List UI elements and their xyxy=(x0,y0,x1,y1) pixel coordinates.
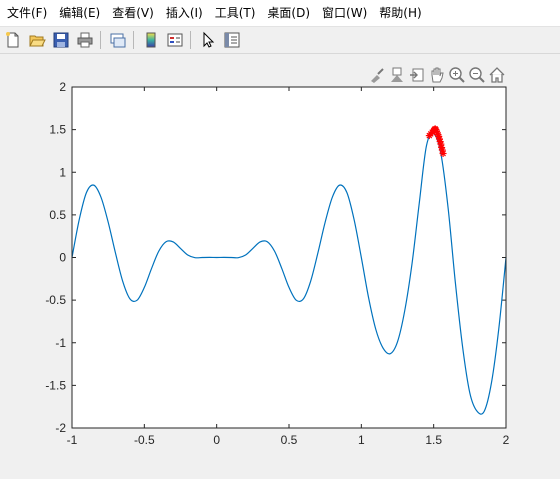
toolbar-separator xyxy=(190,31,191,49)
insert-legend-button[interactable] xyxy=(164,29,186,51)
open-file-icon xyxy=(29,35,46,47)
x-tick-label: 0.5 xyxy=(281,433,298,447)
print-icon xyxy=(77,32,93,48)
data-tips-icon xyxy=(391,67,403,82)
menu-desktop[interactable]: 桌面(D) xyxy=(261,0,316,26)
brush-data-icon xyxy=(371,68,384,83)
save-icon xyxy=(53,32,69,48)
save-button[interactable] xyxy=(50,29,72,51)
menu-insert[interactable]: 插入(I) xyxy=(160,0,209,26)
data-tips-button[interactable] xyxy=(387,65,407,85)
edit-plot-button[interactable] xyxy=(197,29,219,51)
axes-toolbar xyxy=(367,64,507,86)
new-figure-button[interactable] xyxy=(2,29,24,51)
link-plot-button[interactable] xyxy=(107,29,129,51)
figure-toolbar xyxy=(0,27,560,54)
menu-bar: 文件(F) 编辑(E) 查看(V) 插入(I) 工具(T) 桌面(D) 窗口(W… xyxy=(0,0,560,27)
y-tick-label: -1 xyxy=(55,336,66,350)
export-icon xyxy=(410,68,424,82)
y-tick-label: 0.5 xyxy=(49,208,66,222)
y-tick-label: 1 xyxy=(59,165,66,179)
property-inspector-icon xyxy=(224,32,240,48)
menu-window[interactable]: 窗口(W) xyxy=(316,0,373,26)
x-tick-label: -1 xyxy=(67,433,78,447)
insert-colorbar-button[interactable] xyxy=(140,29,162,51)
pan-hand-icon xyxy=(431,67,444,83)
link-plot-icon xyxy=(110,33,126,48)
property-inspector-button[interactable] xyxy=(221,29,243,51)
zoom-out-icon xyxy=(469,67,485,83)
y-tick-label: -0.5 xyxy=(45,293,66,307)
brush-button[interactable] xyxy=(367,65,387,85)
insert-legend-icon xyxy=(167,33,183,47)
menu-help[interactable]: 帮助(H) xyxy=(373,0,427,26)
print-button[interactable] xyxy=(74,29,96,51)
plot-canvas: -1 -0.5 0 0.5 1 1.5 2 2 1.5 1 0.5 0 -0.5 -1 -1.5 -2 xyxy=(45,80,510,447)
zoom-in-button[interactable] xyxy=(447,65,467,85)
toolbar-separator xyxy=(100,31,101,49)
restore-view-home-icon xyxy=(489,67,505,83)
y-tick-label: -2 xyxy=(55,421,66,435)
restore-view-button[interactable] xyxy=(487,65,507,85)
figure-canvas: -1 -0.5 0 0.5 1 1.5 2 2 1.5 1 0.5 0 -0.5 -1 -1.5 -2 xyxy=(0,55,560,475)
y-tick-label: 2 xyxy=(59,80,66,94)
menu-edit[interactable]: 编辑(E) xyxy=(53,0,106,26)
new-figure-icon xyxy=(6,32,19,48)
export-button[interactable] xyxy=(407,65,427,85)
y-tick-label: 0 xyxy=(59,251,66,265)
zoom-out-button[interactable] xyxy=(467,65,487,85)
open-file-button[interactable] xyxy=(26,29,48,51)
x-tick-label: 1 xyxy=(358,433,365,447)
zoom-in-icon xyxy=(449,67,465,83)
y-tick-label: 1.5 xyxy=(49,123,66,137)
x-tick-label: 1.5 xyxy=(425,433,442,447)
menu-tools[interactable]: 工具(T) xyxy=(209,0,262,26)
insert-colorbar-icon xyxy=(146,32,156,48)
toolbar-separator xyxy=(133,31,134,49)
menu-file[interactable]: 文件(F) xyxy=(0,0,53,26)
y-tick-label: -1.5 xyxy=(45,378,66,392)
x-tick-label: 0 xyxy=(213,433,220,447)
menu-view[interactable]: 查看(V) xyxy=(106,0,160,26)
edit-plot-pointer-icon xyxy=(203,31,215,48)
x-tick-label: 2 xyxy=(503,433,510,447)
x-tick-label: -0.5 xyxy=(134,433,155,447)
pan-button[interactable] xyxy=(427,65,447,85)
